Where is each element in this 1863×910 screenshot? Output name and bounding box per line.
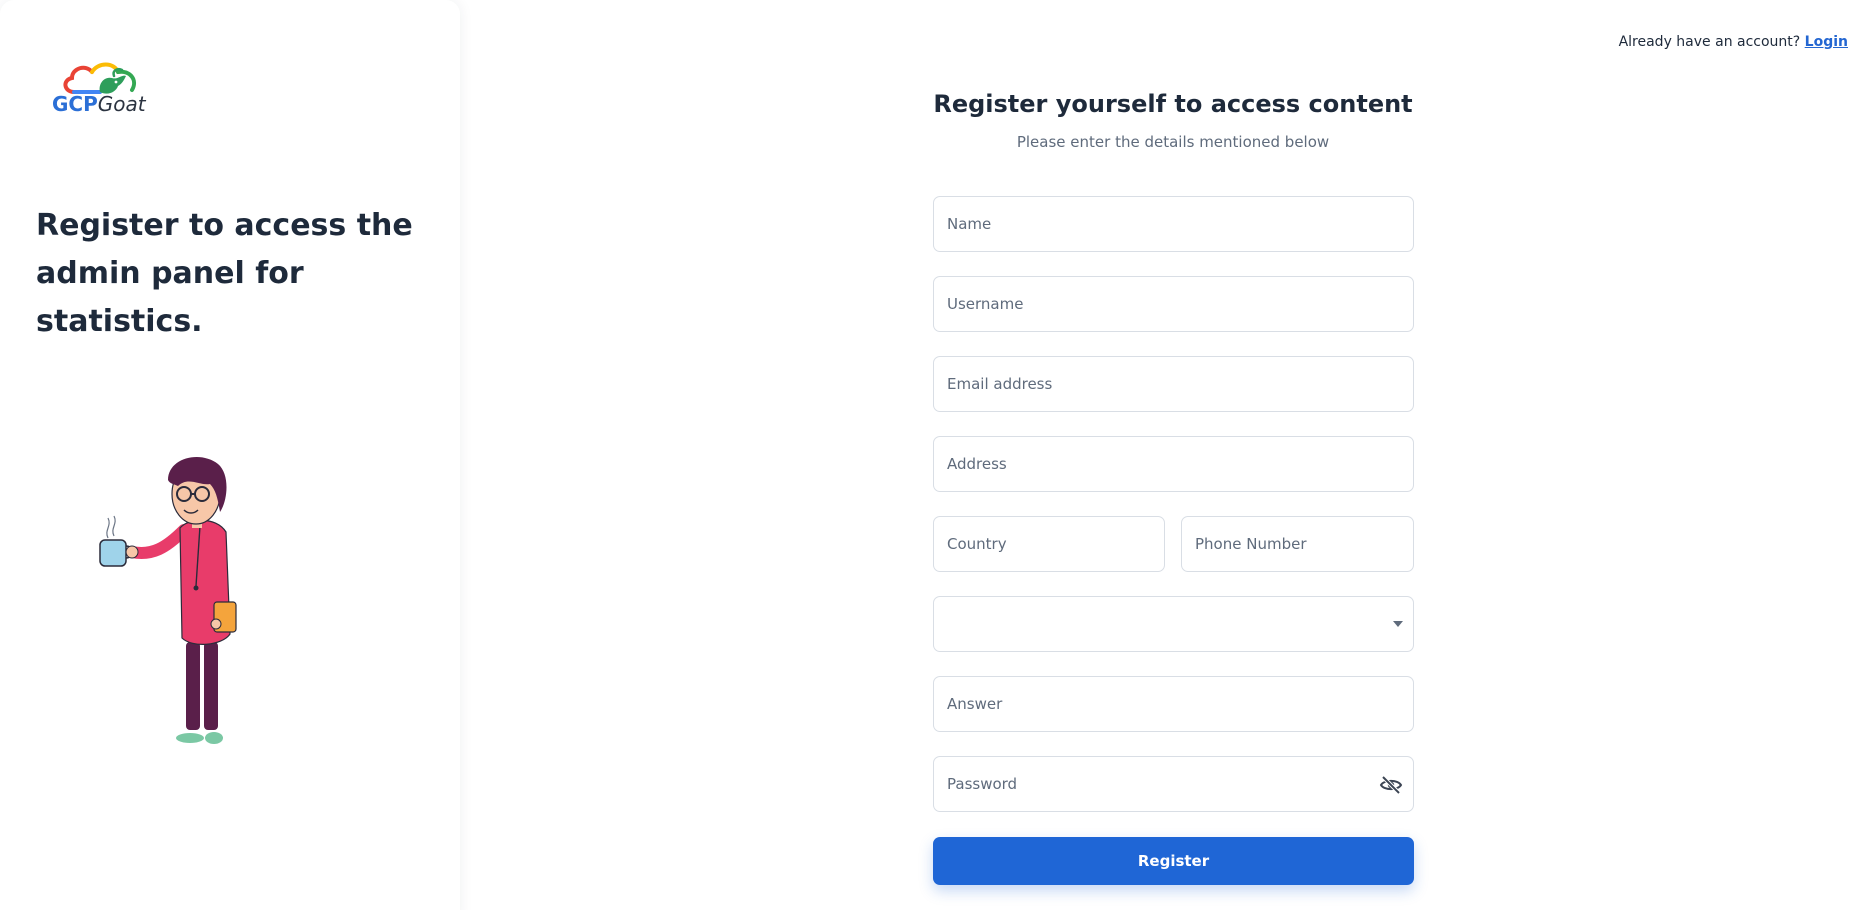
register-button[interactable]: Register [933,837,1414,885]
login-prompt: Already have an account? Login [1619,34,1848,50]
phone-field [1181,516,1414,572]
address-field [933,436,1414,492]
name-field [933,196,1414,252]
form-subtitle: Please enter the details mentioned below [1016,133,1330,151]
country-input[interactable] [934,517,1164,571]
logo-text-gcp: GCP [52,92,98,116]
form-title: Register yourself to access content [933,90,1413,118]
password-field [933,756,1414,812]
address-input[interactable] [934,437,1413,491]
security-question-field [933,596,1414,652]
logo-wordmark: GCPGoat [52,92,146,116]
answer-field [933,676,1414,732]
eye-slash-icon[interactable] [1379,773,1403,797]
password-input[interactable] [934,757,1413,811]
email-input[interactable] [934,357,1413,411]
side-panel: GCPGoat Register to access the admin pan… [0,0,460,910]
person-with-coffee-illustration [99,457,237,744]
register-page: GCPGoat Register to access the admin pan… [0,0,1863,910]
country-field [933,516,1165,572]
username-input[interactable] [934,277,1413,331]
phone-number-input[interactable] [1182,517,1413,571]
security-question-select[interactable] [934,597,1413,651]
username-field [933,276,1414,332]
logo-text-goat: Goat [97,92,146,116]
email-field [933,356,1414,412]
login-prompt-text: Already have an account? [1618,34,1801,50]
answer-input[interactable] [934,677,1413,731]
login-link[interactable]: Login [1805,34,1848,50]
name-input[interactable] [934,197,1413,251]
side-heading: Register to access the admin panel for s… [36,208,413,339]
